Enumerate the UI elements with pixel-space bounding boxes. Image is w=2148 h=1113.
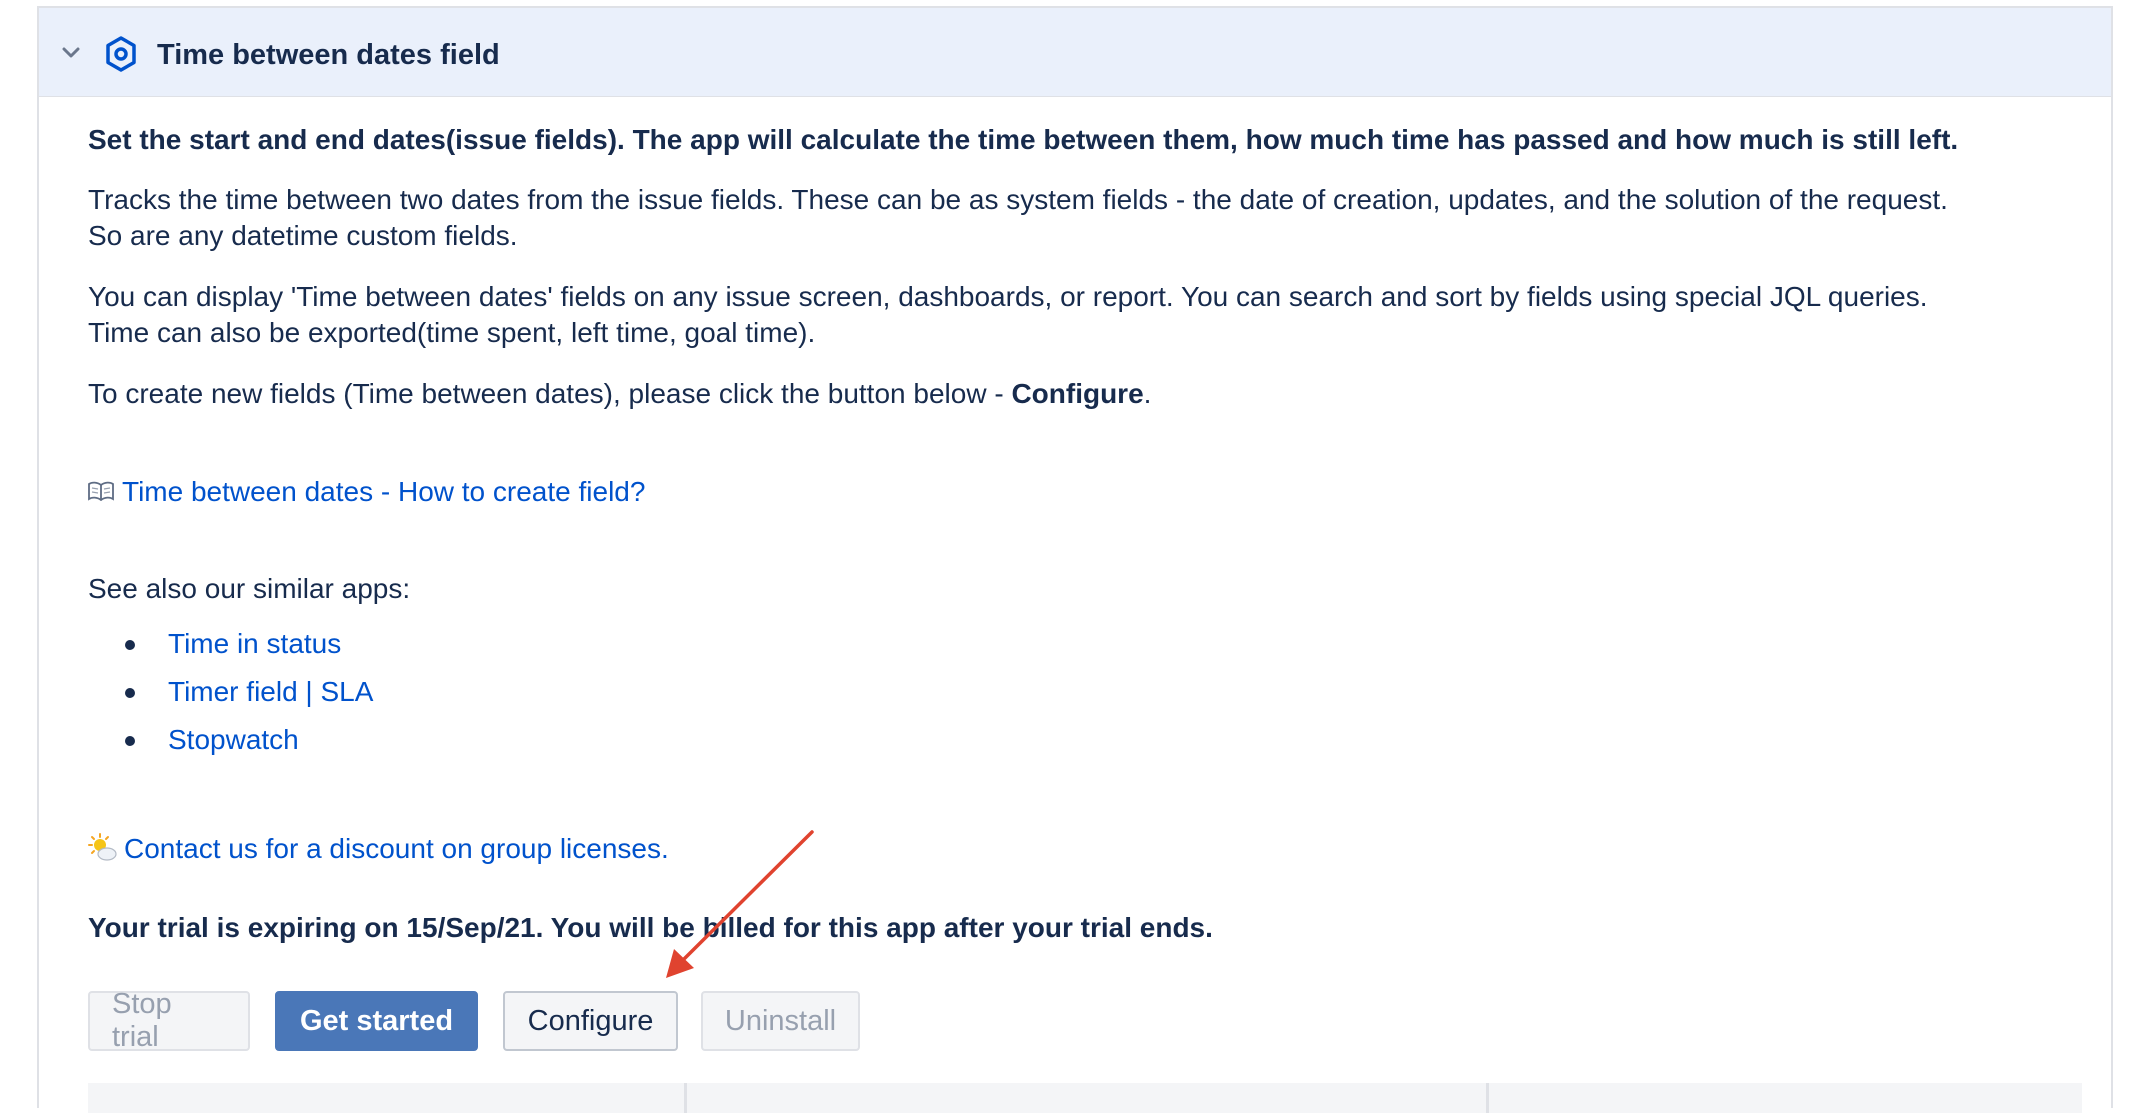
get-started-button[interactable]: Get started (275, 991, 478, 1051)
column-divider (684, 1083, 687, 1113)
chevron-down-icon[interactable] (62, 46, 80, 60)
trial-notice: Your trial is expiring on 15/Sep/21. You… (88, 912, 1213, 943)
bullet (125, 640, 135, 650)
column-divider (1486, 1083, 1489, 1113)
howto-link[interactable]: Time between dates - How to create field… (122, 476, 645, 507)
app-link-stopwatch[interactable]: Stopwatch (168, 724, 299, 755)
bullet (125, 736, 135, 746)
sun-cloud-icon (88, 832, 117, 861)
app-panel-header[interactable]: Time between dates field (39, 8, 2111, 97)
list-item: Timer field | SLA (88, 668, 373, 716)
configure-instructions: To create new fields (Time between dates… (88, 376, 1151, 412)
p1-line1: Tracks the time between two dates from t… (88, 184, 1948, 215)
app-link-timer-field[interactable]: Timer field | SLA (168, 676, 373, 707)
description-paragraph-1: Tracks the time between two dates from t… (88, 182, 1948, 254)
apps-table-header (88, 1083, 2082, 1113)
p2-line2: Time can also be exported(time spent, le… (88, 317, 816, 348)
list-item: Stopwatch (88, 716, 373, 764)
stop-trial-button[interactable]: Stop trial (88, 988, 250, 1053)
p3-suffix: . (1143, 378, 1152, 409)
see-also-label: See also our similar apps: (88, 573, 411, 604)
app-link-time-in-status[interactable]: Time in status (168, 628, 341, 659)
annotation-arrow-icon (666, 830, 814, 978)
p3-prefix: To create new fields (Time between dates… (88, 378, 1012, 409)
bullet (125, 688, 135, 698)
app-title: Time between dates field (157, 39, 500, 71)
contact-link[interactable]: Contact us for a discount on group licen… (124, 833, 669, 864)
p1-line2: So are any datetime custom fields. (88, 220, 518, 251)
configure-button[interactable]: Configure (503, 991, 678, 1051)
description-paragraph-2: You can display 'Time between dates' fie… (88, 279, 1928, 351)
p2-line1: You can display 'Time between dates' fie… (88, 281, 1928, 312)
uninstall-button[interactable]: Uninstall (701, 991, 860, 1051)
p3-bold: Configure (1011, 378, 1144, 409)
lead-text: Set the start and end dates(issue fields… (88, 124, 1959, 155)
book-icon (88, 481, 114, 501)
list-item: Time in status (88, 620, 373, 668)
similar-apps-list: Time in status Timer field | SLA Stopwat… (88, 620, 373, 764)
howto-row: Time between dates - How to create field… (88, 474, 645, 510)
contact-row: Contact us for a discount on group licen… (88, 831, 669, 867)
hexagon-app-icon (106, 36, 136, 72)
app-panel: Time between dates field Set the start a… (37, 6, 2113, 1113)
